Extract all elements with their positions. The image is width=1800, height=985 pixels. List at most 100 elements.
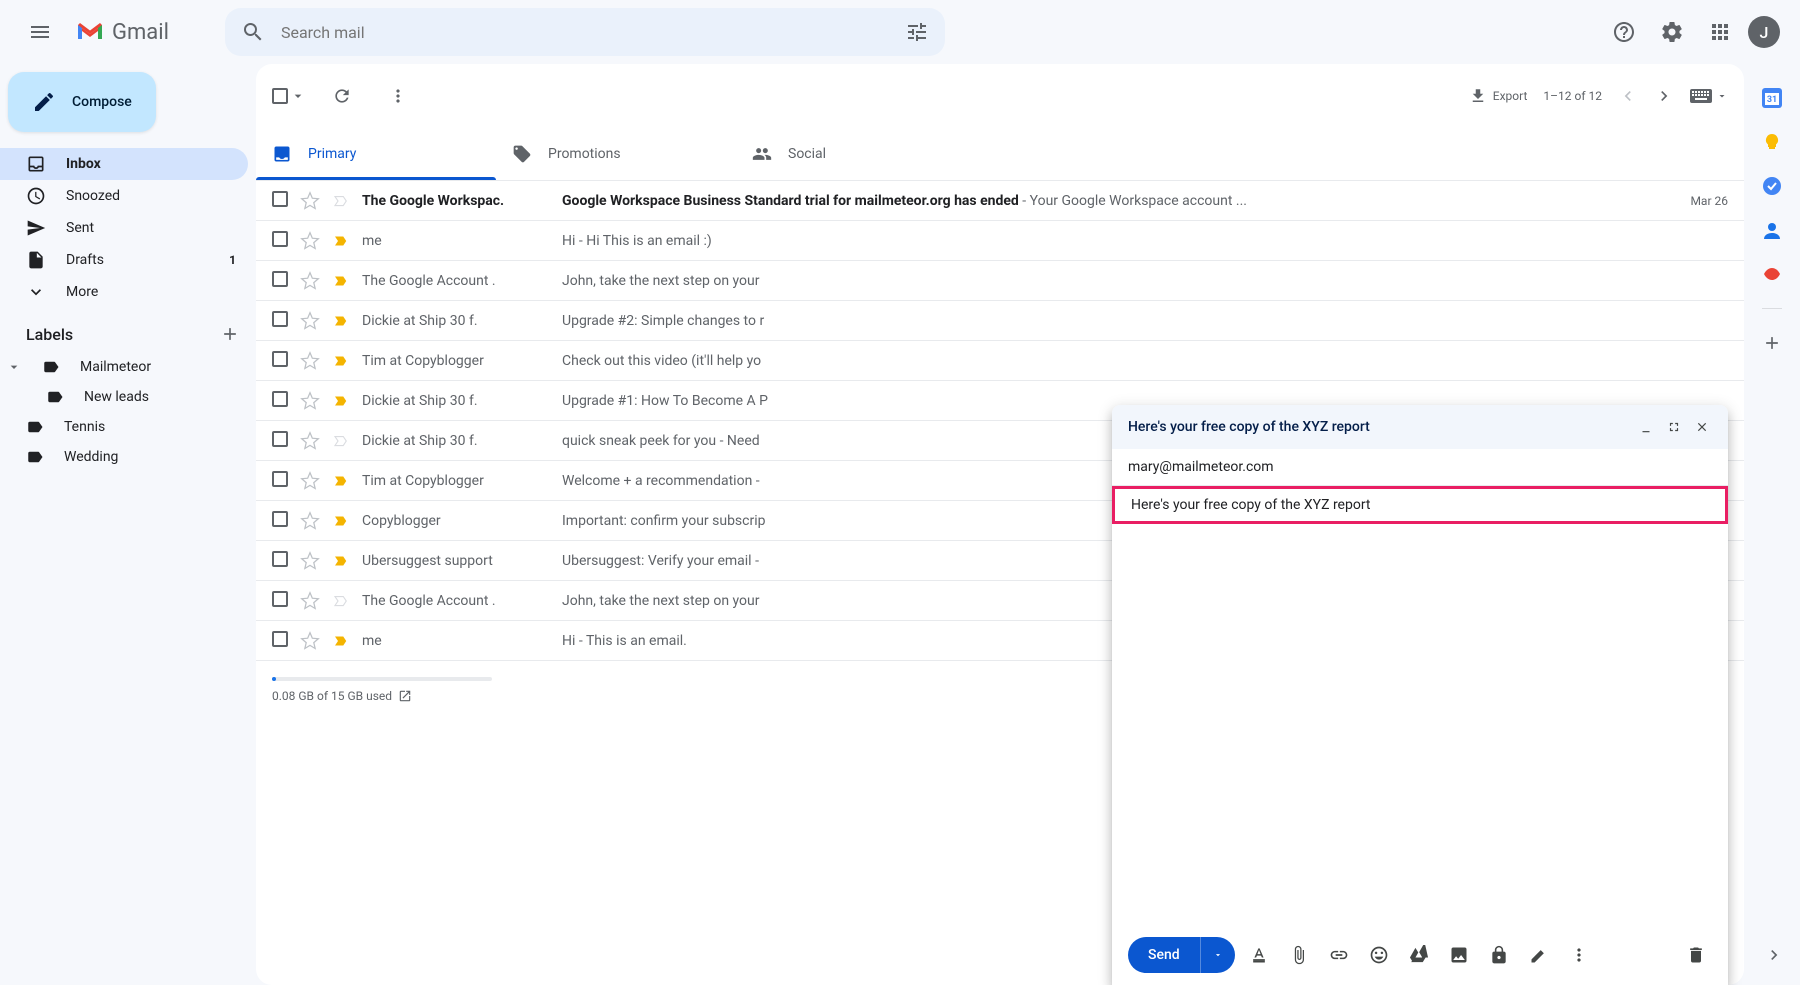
row-checkbox[interactable]	[272, 311, 288, 331]
more-button[interactable]	[378, 76, 418, 116]
toolbar-left	[272, 76, 418, 116]
row-checkbox[interactable]	[272, 231, 288, 251]
star-button[interactable]	[300, 511, 320, 531]
label-new-leads[interactable]: New leads	[0, 382, 256, 412]
tab-social[interactable]: Social	[736, 128, 976, 180]
compose-body[interactable]	[1112, 524, 1728, 925]
minimize-button[interactable]	[1636, 417, 1656, 437]
important-icon[interactable]	[332, 512, 350, 530]
send-button[interactable]: Send	[1128, 937, 1200, 973]
nav-more[interactable]: More	[0, 276, 248, 308]
nav-drafts[interactable]: Drafts1	[0, 244, 248, 276]
next-page-button[interactable]	[1654, 86, 1674, 106]
row-checkbox[interactable]	[272, 551, 288, 571]
row-checkbox[interactable]	[272, 351, 288, 371]
fullscreen-button[interactable]	[1664, 417, 1684, 437]
star-button[interactable]	[300, 231, 320, 251]
star-button[interactable]	[300, 591, 320, 611]
attach-button[interactable]	[1283, 939, 1315, 971]
compose-to-field[interactable]: mary@mailmeteor.com	[1112, 449, 1728, 486]
contacts-addon[interactable]	[1762, 220, 1782, 240]
image-button[interactable]	[1443, 939, 1475, 971]
row-checkbox[interactable]	[272, 391, 288, 411]
row-checkbox[interactable]	[272, 511, 288, 531]
confidential-button[interactable]	[1483, 939, 1515, 971]
label-tennis[interactable]: Tennis	[0, 412, 256, 442]
tab-promotions[interactable]: Promotions	[496, 128, 736, 180]
tasks-addon[interactable]	[1762, 176, 1782, 196]
search-input[interactable]	[273, 23, 897, 42]
support-button[interactable]	[1604, 12, 1644, 52]
star-button[interactable]	[300, 551, 320, 571]
compose-button[interactable]: Compose	[8, 72, 156, 132]
nav-inbox[interactable]: Inbox	[0, 148, 248, 180]
row-checkbox[interactable]	[272, 191, 288, 211]
get-addons-button[interactable]	[1762, 333, 1782, 353]
nav-sent[interactable]: Sent	[0, 212, 248, 244]
star-button[interactable]	[300, 311, 320, 331]
open-in-new-icon[interactable]	[398, 689, 412, 703]
search-bar[interactable]	[225, 8, 945, 56]
row-checkbox[interactable]	[272, 591, 288, 611]
close-button[interactable]	[1692, 417, 1712, 437]
add-label-button[interactable]	[220, 324, 240, 344]
nav-snoozed[interactable]: Snoozed	[0, 180, 248, 212]
settings-button[interactable]	[1652, 12, 1692, 52]
send-options-button[interactable]	[1200, 937, 1235, 973]
apps-button[interactable]	[1700, 12, 1740, 52]
discard-button[interactable]	[1680, 939, 1712, 971]
important-icon[interactable]	[332, 432, 350, 450]
star-button[interactable]	[300, 351, 320, 371]
important-icon[interactable]	[332, 392, 350, 410]
formatting-button[interactable]	[1243, 939, 1275, 971]
compose-subject-field[interactable]: Here's your free copy of the XYZ report	[1112, 486, 1728, 524]
prev-page-button[interactable]	[1618, 86, 1638, 106]
keep-addon[interactable]	[1762, 132, 1782, 152]
link-button[interactable]	[1323, 939, 1355, 971]
signature-button[interactable]	[1523, 939, 1555, 971]
gmail-logo[interactable]: Gmail	[72, 20, 169, 45]
email-row[interactable]: The Google Workspac. Google Workspace Bu…	[256, 181, 1744, 221]
refresh-button[interactable]	[322, 76, 362, 116]
star-button[interactable]	[300, 471, 320, 491]
calendar-addon[interactable]: 31	[1762, 88, 1782, 108]
main-menu-button[interactable]	[16, 8, 64, 56]
star-button[interactable]	[300, 631, 320, 651]
account-avatar[interactable]: J	[1748, 16, 1780, 48]
addon-5[interactable]	[1762, 264, 1782, 284]
star-button[interactable]	[300, 391, 320, 411]
important-icon[interactable]	[332, 192, 350, 210]
emoji-button[interactable]	[1363, 939, 1395, 971]
email-row[interactable]: Tim at Copyblogger Check out this video …	[256, 341, 1744, 381]
important-icon[interactable]	[332, 552, 350, 570]
important-icon[interactable]	[332, 472, 350, 490]
drive-button[interactable]	[1403, 939, 1435, 971]
label-wedding[interactable]: Wedding	[0, 442, 256, 472]
search-options-button[interactable]	[897, 12, 937, 52]
search-icon-button[interactable]	[233, 12, 273, 52]
row-checkbox[interactable]	[272, 431, 288, 451]
row-checkbox[interactable]	[272, 631, 288, 651]
compose-header[interactable]: Here's your free copy of the XYZ report	[1112, 405, 1728, 449]
export-button[interactable]: Export	[1469, 87, 1528, 105]
important-icon[interactable]	[332, 272, 350, 290]
row-checkbox[interactable]	[272, 271, 288, 291]
important-icon[interactable]	[332, 632, 350, 650]
star-button[interactable]	[300, 271, 320, 291]
side-panel-toggle[interactable]	[1764, 945, 1784, 965]
important-icon[interactable]	[332, 312, 350, 330]
row-checkbox[interactable]	[272, 471, 288, 491]
star-button[interactable]	[300, 431, 320, 451]
input-toggle[interactable]	[1690, 89, 1728, 103]
important-icon[interactable]	[332, 352, 350, 370]
select-all-checkbox[interactable]	[272, 88, 306, 104]
email-row[interactable]: The Google Account . John, take the next…	[256, 261, 1744, 301]
email-row[interactable]: Dickie at Ship 30 f. Upgrade #2: Simple …	[256, 301, 1744, 341]
email-row[interactable]: me Hi - Hi This is an email :)	[256, 221, 1744, 261]
tab-primary[interactable]: Primary	[256, 128, 496, 180]
important-icon[interactable]	[332, 592, 350, 610]
important-icon[interactable]	[332, 232, 350, 250]
label-mailmeteor[interactable]: Mailmeteor	[0, 352, 256, 382]
star-button[interactable]	[300, 191, 320, 211]
more-options-button[interactable]	[1563, 939, 1595, 971]
